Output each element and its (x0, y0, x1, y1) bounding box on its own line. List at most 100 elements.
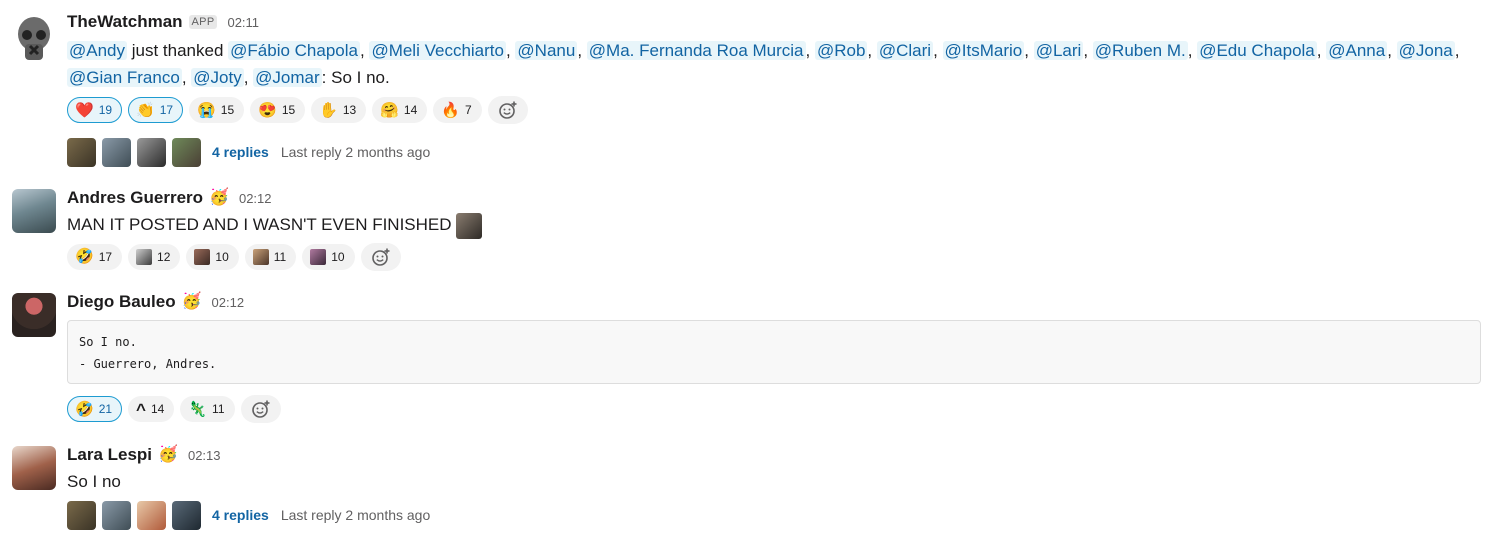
mention-link[interactable]: @Fábio Chapola (228, 41, 360, 60)
reaction-pill[interactable]: 11 (244, 243, 297, 270)
heart-eyes-icon: 😍 (258, 101, 277, 119)
reaction-pill[interactable]: ✋ 13 (311, 97, 367, 123)
reaction-pill[interactable]: 😍 15 (250, 97, 306, 123)
reaction-count: 15 (281, 103, 296, 117)
replies-link[interactable]: 4 replies (212, 507, 269, 523)
mention-link[interactable]: @Jomar (253, 68, 322, 87)
avatar-watchman[interactable] (14, 14, 54, 62)
add-emoji-icon (498, 101, 517, 119)
reaction-pill[interactable]: 👏 17 (128, 97, 184, 123)
mention-separator: , (1083, 41, 1093, 60)
reaction-count: 10 (215, 249, 229, 264)
mention-link[interactable]: @Gian Franco (67, 68, 182, 87)
mention-separator: , (1387, 41, 1397, 60)
reply-avatar (102, 500, 131, 530)
last-reply-text: Last reply 2 months ago (280, 507, 431, 523)
mention-link[interactable]: @Edu Chapola (1197, 41, 1317, 60)
message-text-content: : So I no. (321, 68, 390, 87)
thread-summary[interactable]: 4 replies Last reply 2 months ago (67, 137, 1481, 167)
custom-emoji-icon (136, 248, 153, 265)
thread-summary[interactable]: 4 replies Last reply 2 months ago (67, 500, 1481, 530)
reaction-count: 21 (98, 402, 113, 416)
message-body: TheWatchman APP 02:11 @Andy just thanked… (67, 10, 1481, 167)
mention-separator: , (1024, 41, 1034, 60)
reaction-pill[interactable]: 10 (186, 243, 239, 270)
mention-separator: , (805, 41, 815, 60)
mention-separator: , (867, 41, 877, 60)
reaction-pill[interactable]: 🤣 21 (67, 396, 123, 422)
avatar-andres[interactable] (12, 189, 56, 233)
message-body: Andres Guerrero 🥳 02:12 MAN IT POSTED AN… (67, 186, 1481, 271)
mention-link[interactable]: @ItsMario (942, 41, 1025, 60)
timestamp[interactable]: 02:12 (212, 295, 245, 310)
replies-link[interactable]: 4 replies (212, 144, 269, 160)
code-line: So I no. (79, 335, 137, 349)
mention-link[interactable]: @Andy (67, 41, 128, 60)
reaction-pill[interactable]: 10 (302, 243, 355, 270)
add-reaction-button[interactable] (360, 242, 401, 271)
reply-avatar (172, 137, 201, 167)
party-face-icon: 🥳 (158, 446, 178, 463)
reaction-pill[interactable]: 🔥 7 (433, 97, 482, 123)
skull-icon (18, 17, 50, 60)
mention-link[interactable]: @Joty (191, 68, 244, 87)
mention-link[interactable]: @Lari (1033, 41, 1084, 60)
add-emoji-icon (371, 248, 390, 266)
mention-link[interactable]: @Anna (1326, 41, 1388, 60)
mention-separator: , (1454, 41, 1460, 60)
message-header: Diego Bauleo 🥳 02:12 (67, 290, 1481, 314)
reaction-pill[interactable]: 😭 15 (189, 97, 245, 123)
reaction-count: 11 (273, 249, 287, 264)
reaction-count: 14 (403, 103, 418, 117)
mention-separator: , (505, 41, 516, 60)
caret-up-icon: ^ (136, 399, 146, 419)
reaction-count: 14 (150, 402, 165, 416)
reaction-pill[interactable]: ^ 14 (128, 396, 175, 422)
timestamp[interactable]: 02:12 (239, 191, 272, 206)
sender-name[interactable]: Diego Bauleo (67, 292, 176, 312)
message-header: Lara Lespi 🥳 02:13 (67, 443, 1481, 467)
sender-name[interactable]: Lara Lespi (67, 445, 152, 465)
add-reaction-button[interactable] (240, 395, 281, 423)
sender-name[interactable]: Andres Guerrero (67, 188, 203, 208)
avatar-lara[interactable] (12, 446, 56, 490)
reaction-pill[interactable]: 🤗 14 (372, 97, 428, 123)
add-reaction-button[interactable] (487, 96, 528, 124)
mention-link[interactable]: @Rob (814, 41, 868, 60)
timestamp[interactable]: 02:13 (188, 448, 221, 463)
wave-hand-icon: ✋ (319, 101, 338, 119)
code-line: - Guerrero, Andres. (79, 357, 217, 371)
mention-link[interactable]: @Jona (1396, 41, 1455, 60)
reply-avatar (102, 137, 131, 167)
reaction-pill[interactable]: 🤣 17 (67, 243, 123, 270)
avatar-diego[interactable] (12, 293, 56, 337)
reaction-bar: 🤣 17 12 10 11 10 (67, 242, 1481, 271)
message-body: Diego Bauleo 🥳 02:12 So I no. - Guerrero… (67, 290, 1481, 423)
reaction-pill[interactable]: ❤️ 19 (67, 97, 123, 123)
reply-avatar (67, 137, 96, 167)
mention-link[interactable]: @Meli Vecchiarto (369, 41, 506, 60)
party-face-icon: 🥳 (181, 293, 202, 310)
mention-link[interactable]: @Ma. Fernanda Roa Murcia (586, 41, 806, 60)
message-text-content: MAN IT POSTED AND I WASN'T EVEN FINISHED (67, 215, 452, 234)
sender-name[interactable]: TheWatchman (67, 12, 183, 32)
mention-link[interactable]: @Ruben M. (1092, 41, 1188, 60)
reaction-count: 7 (464, 103, 472, 117)
reaction-count: 17 (159, 103, 174, 117)
message-text: MAN IT POSTED AND I WASN'T EVEN FINISHED (67, 211, 1481, 239)
heart-icon: ❤️ (75, 101, 94, 119)
mention-link[interactable]: @Clari (876, 41, 934, 60)
reaction-bar: 🤣 21 ^ 14 🦎 11 (67, 395, 1481, 423)
mention-link[interactable]: @Nanu (515, 41, 578, 60)
mention-separator: , (243, 68, 254, 87)
timestamp[interactable]: 02:11 (227, 15, 259, 30)
fire-image-icon: 🔥 (441, 101, 460, 119)
reaction-pill[interactable]: 🦎 11 (180, 396, 235, 422)
custom-face-icon (194, 248, 211, 265)
crying-icon: 😭 (197, 101, 216, 119)
reaction-pill[interactable]: 12 (128, 243, 181, 270)
reply-avatar (137, 137, 166, 167)
party-face-icon: 🥳 (209, 189, 229, 206)
custom-face-icon (455, 212, 482, 239)
reaction-count: 10 (331, 249, 345, 264)
